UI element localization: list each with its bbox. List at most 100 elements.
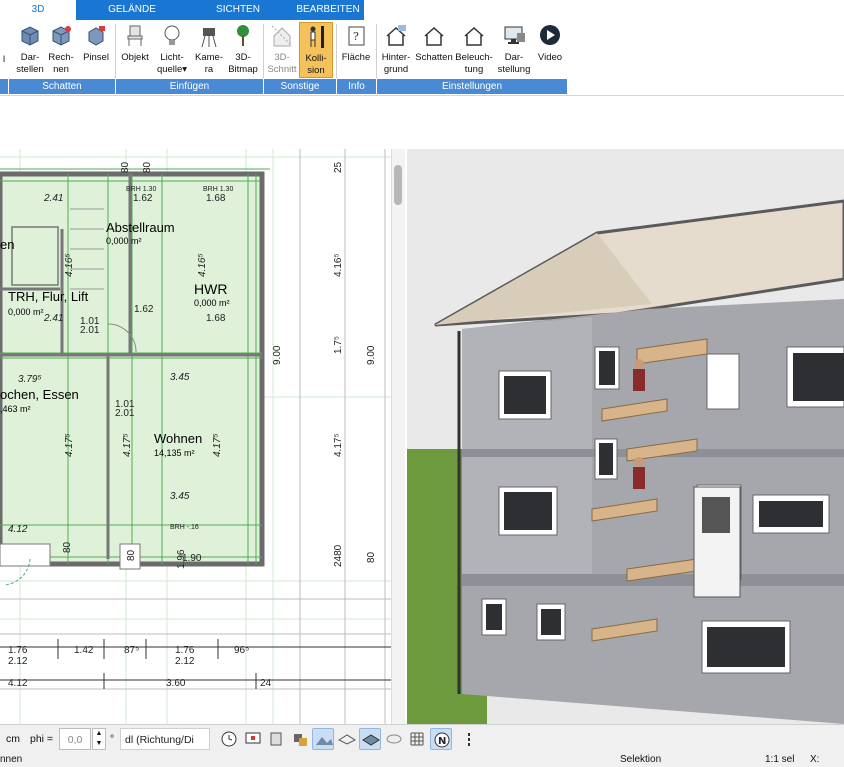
- status-left-text: nnen: [0, 754, 23, 765]
- dim-label: 4.17⁵: [212, 433, 223, 457]
- ribbon-separator: [336, 24, 337, 78]
- rechnen-label-2: nen: [53, 64, 69, 75]
- dim-label: 2.41: [43, 193, 63, 204]
- direction-select-value: dl (Richtung/Di: [125, 734, 194, 746]
- solid-view-icon[interactable]: [359, 728, 381, 750]
- dim-label: 80: [142, 161, 153, 173]
- rechnen-button[interactable]: Rech-nen: [46, 22, 76, 76]
- plan-vertical-scrollbar[interactable]: [391, 149, 405, 724]
- dim-label: 1.68: [206, 193, 226, 204]
- tab-3d[interactable]: 3D: [0, 0, 76, 20]
- hintergrund-button[interactable]: Hinter-grund: [379, 22, 413, 76]
- schatten-label: Schatten: [415, 52, 453, 63]
- more-options-icon[interactable]: [458, 728, 480, 750]
- dim-label: 1.62: [134, 304, 154, 315]
- kollision-button[interactable]: Kolli-sion: [299, 22, 333, 78]
- north-icon[interactable]: N: [430, 728, 452, 750]
- mountain-view-icon[interactable]: [312, 728, 334, 750]
- tab-gelaende[interactable]: GELÄNDE: [90, 0, 174, 20]
- phi-stepper[interactable]: ▲ ▼: [92, 728, 106, 750]
- dim-label: 4.12: [8, 524, 28, 535]
- pinsel-button[interactable]: Pinsel: [80, 22, 112, 64]
- status-coordinate: X:: [810, 754, 820, 765]
- dim-label: 4.17⁵: [333, 433, 344, 457]
- darstellung-label-2: stellung: [497, 64, 531, 75]
- darstellen-label-2: stellen: [16, 64, 44, 75]
- layers-icon[interactable]: [289, 728, 311, 750]
- pinsel-label: Pinsel: [83, 52, 109, 63]
- dim-label: 80: [120, 161, 131, 173]
- lightbulb-icon: [164, 25, 180, 45]
- direction-select[interactable]: dl (Richtung/Di: [120, 728, 210, 750]
- room-area-trh-flur-lift: 0,000 m²: [8, 307, 44, 317]
- kollision-label-2: sion: [307, 65, 325, 76]
- beleuchtung-label-1: Beleuch-: [455, 52, 493, 63]
- 3d-bitmap-button[interactable]: 3D- Bitmap: [226, 22, 260, 76]
- house-shadow-icon: [424, 26, 444, 46]
- objekt-button[interactable]: Objekt: [119, 22, 151, 64]
- play-icon: [540, 25, 560, 45]
- room-label-kochen-essen: ochen, Essen: [0, 387, 79, 402]
- empty-toolbar-area: [0, 97, 844, 149]
- dim-label: BRH 1.30: [126, 186, 156, 193]
- wireframe-icon[interactable]: [336, 728, 358, 750]
- status-mode: Selektion: [620, 754, 662, 765]
- camera-icon: [201, 28, 217, 48]
- monitor-icon: [504, 26, 525, 44]
- screen-icon[interactable]: [242, 728, 264, 750]
- dim-label: 2.41: [43, 313, 63, 324]
- darstellung-button[interactable]: Dar-stellung: [494, 22, 534, 76]
- dim-label: 1.96: [176, 549, 187, 569]
- room-area-wohnen: 14,135 m²: [154, 448, 195, 458]
- group-label-sonstige: Sonstige: [264, 79, 336, 94]
- 3d-schnitt-label-1: 3D-: [274, 52, 290, 63]
- darstellung-label-1: Dar-: [504, 52, 524, 63]
- hintergrund-label-1: Hinter-: [381, 52, 411, 63]
- video-button[interactable]: Video: [534, 22, 566, 64]
- collision-icon: [310, 26, 324, 48]
- 3d-bitmap-label-1: 3D-: [235, 52, 251, 63]
- section-icon: [271, 25, 293, 47]
- ribbon-separator: [376, 24, 377, 78]
- dropdown-pages-icon[interactable]: [266, 728, 288, 750]
- dim-label: 80: [366, 551, 377, 563]
- scrollbar-thumb[interactable]: [394, 165, 402, 205]
- lichtquelle-button[interactable]: Licht-quelle▾: [154, 22, 190, 76]
- dim-label: 4.17⁵: [122, 433, 133, 457]
- dim-label: 80: [126, 549, 137, 561]
- schatten-button[interactable]: Schatten: [414, 22, 454, 64]
- room-area-abstellraum: 0,000 m²: [106, 236, 142, 246]
- dim-label: 4.16⁵: [64, 253, 75, 277]
- 3d-view[interactable]: [407, 149, 844, 724]
- dim-label: 1.62: [133, 193, 153, 204]
- dim-label: 80: [62, 541, 73, 553]
- dim-label: 2.12: [175, 656, 195, 667]
- room-label-wohnen: Wohnen: [154, 431, 202, 446]
- hintergrund-label-2: grund: [383, 64, 409, 75]
- 3d-schnitt-label-2: Schnitt: [267, 64, 297, 75]
- darstellen-button[interactable]: Dar-stellen: [14, 22, 46, 76]
- bottom-toolbar: cm phi = 0,0 ▲ ▼ ° dl (Richtung/Di N: [0, 724, 844, 752]
- room-label-abstellraum: Abstellraum: [106, 220, 175, 235]
- svg-text:N: N: [438, 736, 446, 747]
- dim-label: 3.45: [170, 372, 190, 383]
- clock-icon[interactable]: [218, 728, 240, 750]
- phi-input[interactable]: 0,0: [59, 728, 91, 750]
- area-info-icon: ?: [348, 26, 365, 46]
- svg-text:?: ?: [353, 30, 359, 43]
- dim-label: 4.16⁵: [197, 253, 208, 277]
- tab-bearbeiten[interactable]: BEARBEITEN: [294, 0, 362, 20]
- flaeche-button[interactable]: ? Fläche: [339, 22, 373, 64]
- group-label-cut: [0, 79, 8, 94]
- grid-icon[interactable]: [406, 728, 428, 750]
- floor-plan-view[interactable]: Abstellraum 0,000 m² HWR 0,000 m² TRH, F…: [0, 149, 405, 724]
- 3d-schnitt-button[interactable]: 3D- Schnitt: [266, 22, 298, 76]
- dim-label: 4.17⁵: [64, 433, 75, 457]
- flaeche-label: Fläche: [341, 52, 371, 63]
- dim-label: BRH -.16: [170, 524, 199, 531]
- tab-sichten[interactable]: SICHTEN: [196, 0, 280, 20]
- kamera-button[interactable]: Kame-ra: [193, 22, 225, 76]
- beleuchtung-button[interactable]: Beleuch-tung: [455, 22, 493, 76]
- room-label-partial: en: [0, 237, 14, 252]
- texture-icon[interactable]: [383, 728, 405, 750]
